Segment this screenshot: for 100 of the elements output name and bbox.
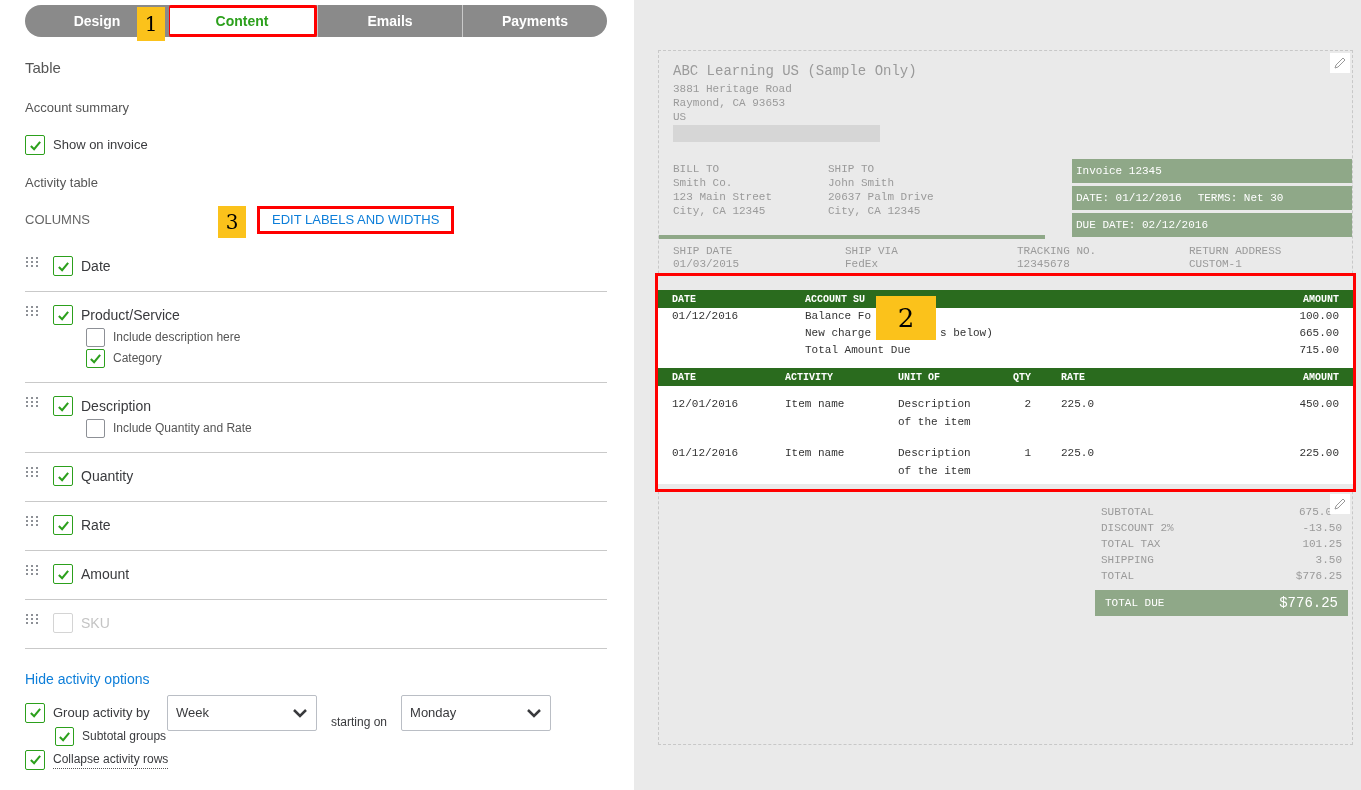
table-cell-text: 12/01/2016 bbox=[672, 397, 739, 412]
shipping-label: RETURN ADDRESS bbox=[1189, 245, 1283, 258]
hide-options-link[interactable]: Hide activity options bbox=[25, 668, 607, 690]
company-address: 3881 Heritage Road bbox=[673, 82, 793, 96]
table-cell-text: 1 bbox=[1023, 446, 1031, 461]
column-label: Date bbox=[81, 256, 111, 276]
total-label: TOTAL TAX bbox=[1101, 537, 1161, 552]
drag-handle-icon[interactable] bbox=[25, 514, 39, 529]
checkbox[interactable] bbox=[53, 256, 73, 276]
table-cell-text: 2 bbox=[1023, 397, 1031, 412]
edit-labels-link[interactable]: EDIT LABELS AND WIDTHS bbox=[257, 205, 455, 234]
checkbox[interactable] bbox=[86, 418, 105, 438]
total-due-label: TOTAL DUE bbox=[1105, 595, 1165, 611]
drag-handle-icon[interactable] bbox=[25, 465, 39, 480]
pencil-icon[interactable] bbox=[1330, 494, 1350, 514]
field-label: starting on bbox=[331, 713, 388, 731]
table-cell-text: New charge bbox=[805, 326, 871, 342]
drag-handle-icon[interactable] bbox=[25, 304, 39, 319]
table-cell-text: Description of the item bbox=[898, 446, 972, 479]
table-cell-text: 715.00 bbox=[1299, 343, 1339, 359]
total-value: $776.25 bbox=[1295, 569, 1342, 584]
pencil-icon[interactable] bbox=[1330, 53, 1350, 73]
tab[interactable]: Content bbox=[169, 5, 317, 37]
address-label: BILL TO bbox=[673, 162, 721, 176]
total-label: SUBTOTAL bbox=[1101, 505, 1154, 520]
total-label: DISCOUNT 2% bbox=[1101, 521, 1174, 536]
total-value: -13.50 bbox=[1302, 521, 1342, 536]
dropdown[interactable]: Monday bbox=[401, 694, 552, 731]
total-label: TOTAL bbox=[1101, 569, 1134, 584]
subsection-title: Activity table bbox=[25, 174, 99, 192]
table-cell-text: Description of the item bbox=[898, 397, 972, 430]
table-cell-text: Item name bbox=[785, 446, 846, 461]
checkbox[interactable] bbox=[53, 396, 73, 416]
checkbox[interactable] bbox=[53, 305, 73, 325]
table-cell-text: 225.00 bbox=[1298, 446, 1339, 461]
column-header: AMOUNT bbox=[1302, 370, 1339, 385]
address-label: SHIP TO bbox=[828, 162, 876, 176]
checkbox[interactable] bbox=[53, 515, 73, 535]
column-header: RATE bbox=[1061, 370, 1086, 385]
annotation-number: 2 bbox=[876, 296, 936, 340]
table-cell-text: 01/12/2016 bbox=[672, 446, 739, 461]
table-cell-text: 225.0 bbox=[1061, 446, 1095, 461]
address-line: 123 Main Street bbox=[673, 190, 774, 204]
tab[interactable]: Payments bbox=[462, 5, 607, 37]
checkmark-icon bbox=[89, 351, 102, 365]
shipping-value: 01/03/2015 bbox=[673, 258, 740, 271]
checkbox[interactable] bbox=[25, 135, 45, 155]
drag-handle-icon[interactable] bbox=[25, 255, 39, 270]
checkbox-label: Include description here bbox=[113, 329, 241, 346]
total-label: SHIPPING bbox=[1101, 553, 1154, 568]
table-cell-text: 450.00 bbox=[1298, 397, 1339, 412]
address-line: John Smith bbox=[828, 176, 895, 190]
annotation-number: 1 bbox=[137, 7, 165, 41]
drag-handle-icon[interactable] bbox=[25, 563, 39, 578]
table-cell-text: Item name bbox=[785, 397, 846, 412]
checkbox-label: Collapse activity rows bbox=[53, 750, 169, 769]
column-header: UNIT OF bbox=[898, 370, 941, 385]
shipping-value: FedEx bbox=[845, 258, 879, 271]
invoice-number: Invoice 12345 bbox=[1072, 159, 1352, 183]
shipping-value: 12345678 bbox=[1017, 258, 1071, 271]
address-line: City, CA 12345 bbox=[673, 204, 767, 218]
checkbox[interactable] bbox=[53, 466, 73, 486]
dropdown[interactable]: Week bbox=[167, 694, 317, 731]
column-label: Amount bbox=[81, 564, 130, 584]
column-label: Description bbox=[81, 396, 152, 416]
checkmark-icon bbox=[56, 308, 70, 322]
section-title: Table bbox=[25, 58, 62, 78]
total-value: 101.25 bbox=[1302, 537, 1342, 552]
due-date: DUE DATE: 02/12/2016 bbox=[1072, 213, 1352, 237]
checkmark-icon bbox=[28, 753, 42, 766]
shipping-value: CUSTOM-1 bbox=[1189, 258, 1243, 271]
column-header: QTY bbox=[1012, 370, 1031, 385]
column-header: ACTIVITY bbox=[785, 370, 834, 385]
checkbox[interactable] bbox=[86, 348, 105, 368]
checkmark-icon bbox=[56, 469, 70, 483]
checkmark-icon bbox=[58, 729, 71, 743]
drag-handle-icon[interactable] bbox=[25, 395, 39, 410]
checkbox-label: Category bbox=[113, 350, 162, 367]
checkbox-label: Include Quantity and Rate bbox=[113, 420, 252, 437]
chevron-down-icon bbox=[526, 707, 543, 718]
checkmark-icon bbox=[56, 567, 70, 581]
drag-handle-icon[interactable] bbox=[25, 612, 39, 627]
annotation-number: 3 bbox=[218, 206, 246, 238]
checkbox[interactable] bbox=[25, 749, 45, 770]
subsection-title: Account summary bbox=[25, 98, 131, 117]
tab[interactable]: Emails bbox=[317, 5, 462, 37]
checkmark-icon bbox=[28, 138, 42, 152]
column-header: ACCOUNT SU bbox=[805, 292, 866, 307]
checkbox[interactable] bbox=[55, 726, 74, 746]
address-line: 20637 Palm Drive bbox=[828, 190, 935, 204]
chevron-down-icon bbox=[292, 707, 308, 718]
table-cell-text: 01/12/2016 bbox=[672, 309, 739, 325]
columns-heading: COLUMNS bbox=[25, 210, 90, 229]
company-address: US bbox=[673, 110, 688, 124]
total-due-value: $776.25 bbox=[1279, 593, 1338, 613]
checkbox[interactable] bbox=[53, 564, 73, 584]
checkbox[interactable] bbox=[86, 327, 105, 347]
checkbox[interactable] bbox=[25, 702, 45, 723]
column-label: Rate bbox=[81, 515, 111, 535]
checkbox-label: Show on invoice bbox=[53, 136, 148, 155]
